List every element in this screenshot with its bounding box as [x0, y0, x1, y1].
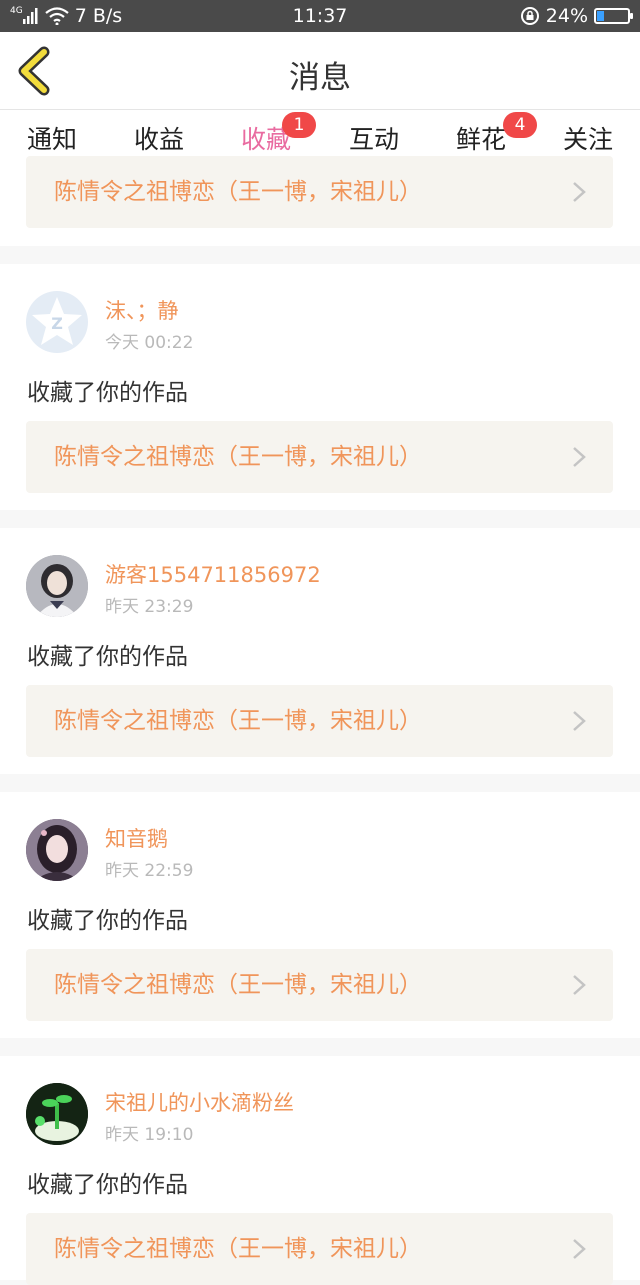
- chevron-right-icon: [573, 182, 586, 202]
- rotation-lock-icon: [520, 7, 539, 25]
- tab-follows[interactable]: 关注: [534, 120, 640, 156]
- tab-label: 关注: [562, 125, 613, 154]
- user-photo-icon: [26, 555, 88, 617]
- tab-label: 鲜花: [455, 125, 506, 154]
- message-card: 陈情令之祖博恋（王一博，宋祖儿）: [0, 156, 640, 246]
- avatar[interactable]: [26, 1083, 88, 1145]
- message-card: 游客1554711856972 昨天 23:29 收藏了你的作品 陈情令之祖博恋…: [0, 528, 640, 774]
- tab-label: 收益: [133, 125, 184, 154]
- user-photo-icon: [26, 1083, 88, 1145]
- tab-favorites[interactable]: 收藏 1: [212, 112, 320, 171]
- tab-earnings[interactable]: 收益: [105, 120, 213, 156]
- avatar[interactable]: Z: [26, 291, 88, 353]
- chevron-right-icon: [573, 711, 586, 731]
- svg-text:Z: Z: [51, 314, 63, 333]
- user-photo-icon: [26, 819, 88, 881]
- avatar[interactable]: [26, 555, 88, 617]
- page-title: 消息: [289, 60, 351, 96]
- unread-badge: 1: [282, 112, 316, 138]
- battery-icon: [594, 8, 633, 24]
- work-link[interactable]: 陈情令之祖博恋（王一博，宋祖儿）: [26, 1213, 613, 1285]
- chevron-right-icon: [573, 447, 586, 467]
- work-link[interactable]: 陈情令之祖博恋（王一博，宋祖儿）: [26, 685, 613, 757]
- username[interactable]: 游客1554711856972: [105, 559, 321, 589]
- action-text: 收藏了你的作品: [27, 908, 188, 934]
- timestamp: 昨天 22:59: [105, 861, 194, 881]
- tab-notifications[interactable]: 通知: [0, 120, 106, 156]
- username[interactable]: 宋祖儿的小水滴粉丝: [105, 1087, 294, 1117]
- timestamp: 昨天 23:29: [105, 597, 194, 617]
- work-link[interactable]: 陈情令之祖博恋（王一博，宋祖儿）: [26, 421, 613, 493]
- status-bar: 4G 7 B/s 11:37 24%: [0, 0, 640, 32]
- message-card: 宋祖儿的小水滴粉丝 昨天 19:10 收藏了你的作品 陈情令之祖博恋（王一博，宋…: [0, 1056, 640, 1285]
- action-text: 收藏了你的作品: [27, 644, 188, 670]
- app-header: 消息: [0, 32, 640, 110]
- tab-interactions[interactable]: 互动: [320, 120, 428, 156]
- chevron-right-icon: [573, 975, 586, 995]
- username[interactable]: 沫、；静: [105, 295, 179, 325]
- action-text: 收藏了你的作品: [27, 380, 188, 406]
- timestamp: 今天 00:22: [105, 333, 194, 353]
- tab-flowers[interactable]: 鲜花 4: [427, 112, 537, 156]
- unread-badge: 4: [503, 112, 537, 138]
- work-title: 陈情令之祖博恋（王一博，宋祖儿）: [54, 708, 422, 734]
- work-link[interactable]: 陈情令之祖博恋（王一博，宋祖儿）: [26, 949, 613, 1021]
- battery-level: [597, 11, 605, 21]
- tab-label: 通知: [26, 125, 77, 154]
- action-text: 收藏了你的作品: [27, 1172, 188, 1198]
- status-right: 24%: [520, 5, 633, 27]
- work-title: 陈情令之祖博恋（王一博，宋祖儿）: [54, 1236, 422, 1262]
- chevron-right-icon: [573, 1239, 586, 1259]
- battery-percent: 24%: [545, 5, 588, 27]
- message-card: 知音鹅 昨天 22:59 收藏了你的作品 陈情令之祖博恋（王一博，宋祖儿）: [0, 792, 640, 1038]
- work-title: 陈情令之祖博恋（王一博，宋祖儿）: [54, 444, 422, 470]
- message-card: Z 沫、；静 今天 00:22 收藏了你的作品 陈情令之祖博恋（王一博，宋祖儿）: [0, 264, 640, 510]
- work-link[interactable]: 陈情令之祖博恋（王一博，宋祖儿）: [26, 156, 613, 228]
- username[interactable]: 知音鹅: [105, 823, 168, 853]
- work-title: 陈情令之祖博恋（王一博，宋祖儿）: [54, 179, 422, 205]
- tab-label: 互动: [348, 125, 399, 154]
- timestamp: 昨天 19:10: [105, 1125, 194, 1145]
- avatar[interactable]: [26, 819, 88, 881]
- default-avatar-icon: Z: [32, 297, 82, 345]
- work-title: 陈情令之祖博恋（王一博，宋祖儿）: [54, 972, 422, 998]
